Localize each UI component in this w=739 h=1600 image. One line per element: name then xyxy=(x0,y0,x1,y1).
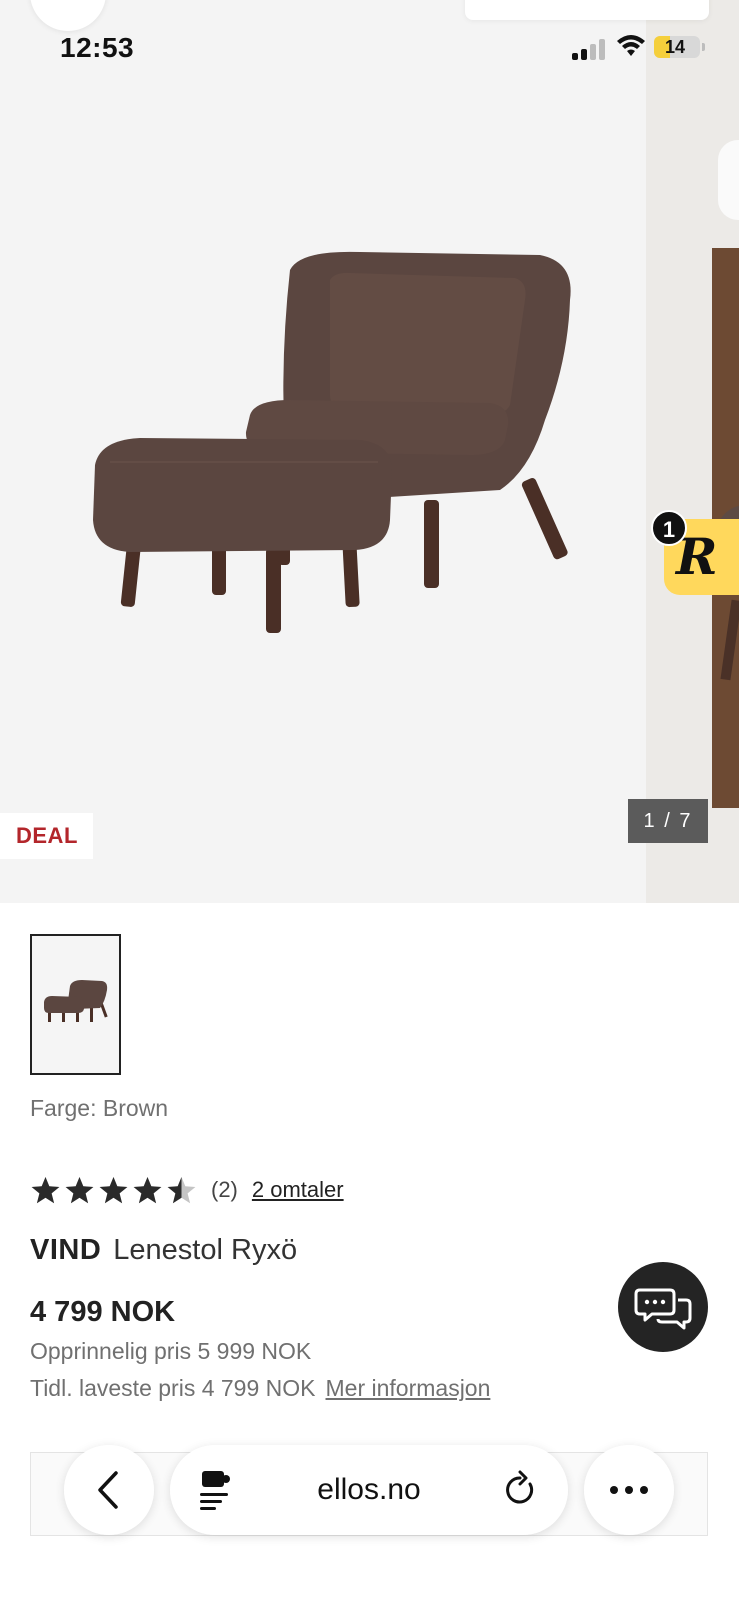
star-icon xyxy=(31,1176,60,1203)
ellipsis-icon xyxy=(610,1486,618,1494)
star-icon xyxy=(99,1176,128,1203)
address-bar[interactable]: ellos.no xyxy=(170,1445,568,1535)
product-name: Lenestol Ryxö xyxy=(113,1234,298,1266)
original-price: Opprinnelig pris 5 999 NOK xyxy=(30,1338,312,1364)
signal-icon xyxy=(572,38,606,60)
more-info-link[interactable]: Mer informasjon xyxy=(326,1375,491,1401)
rating-row: (2) 2 omtaler xyxy=(30,1172,344,1208)
chevron-left-icon xyxy=(98,1471,118,1509)
product-title: VIND Lenestol Ryxö xyxy=(30,1234,297,1267)
star-icon xyxy=(133,1176,162,1203)
star-icon xyxy=(65,1176,94,1203)
lowest-price: Tidl. laveste pris 4 799 NOK xyxy=(30,1375,316,1401)
thumbnail-selected[interactable] xyxy=(30,934,121,1075)
product-image[interactable] xyxy=(0,0,646,903)
product-image-gallery[interactable]: 12:53 14 DEAL 1 / 7 xyxy=(0,0,739,903)
deal-badge: DEAL xyxy=(0,813,93,859)
ryze-notification-badge: 1 xyxy=(651,510,687,546)
search-field-overlay[interactable] xyxy=(465,0,709,20)
reload-icon[interactable] xyxy=(500,1470,540,1510)
chat-bubbles-icon xyxy=(634,1288,692,1330)
browser-back-button[interactable] xyxy=(64,1445,154,1535)
next-product-image-peek[interactable] xyxy=(646,0,739,903)
battery-percent: 14 xyxy=(664,37,686,57)
status-bar: 12:53 14 xyxy=(0,26,739,66)
battery-icon: 14 xyxy=(654,36,705,58)
chat-button[interactable] xyxy=(618,1262,708,1352)
vase-decoration xyxy=(718,140,739,220)
rating-count: (2) xyxy=(211,1177,238,1202)
image-counter: 1 / 7 xyxy=(628,799,708,843)
armchair-illustration xyxy=(93,251,571,633)
status-time: 12:53 xyxy=(60,32,135,63)
brand-name: VIND xyxy=(30,1234,102,1266)
color-label: Farge: Brown xyxy=(30,1095,169,1121)
star-icon xyxy=(167,1176,196,1203)
reviews-link[interactable]: 2 omtaler xyxy=(252,1177,344,1203)
more-options-button[interactable] xyxy=(584,1445,674,1535)
wifi-icon xyxy=(617,35,645,56)
current-price: 4 799 NOK xyxy=(30,1296,176,1328)
thumbnail-image xyxy=(44,980,108,1022)
lowest-price-row: Tidl. laveste pris 4 799 NOK Mer informas… xyxy=(30,1375,490,1402)
rating-stars xyxy=(30,1175,197,1206)
